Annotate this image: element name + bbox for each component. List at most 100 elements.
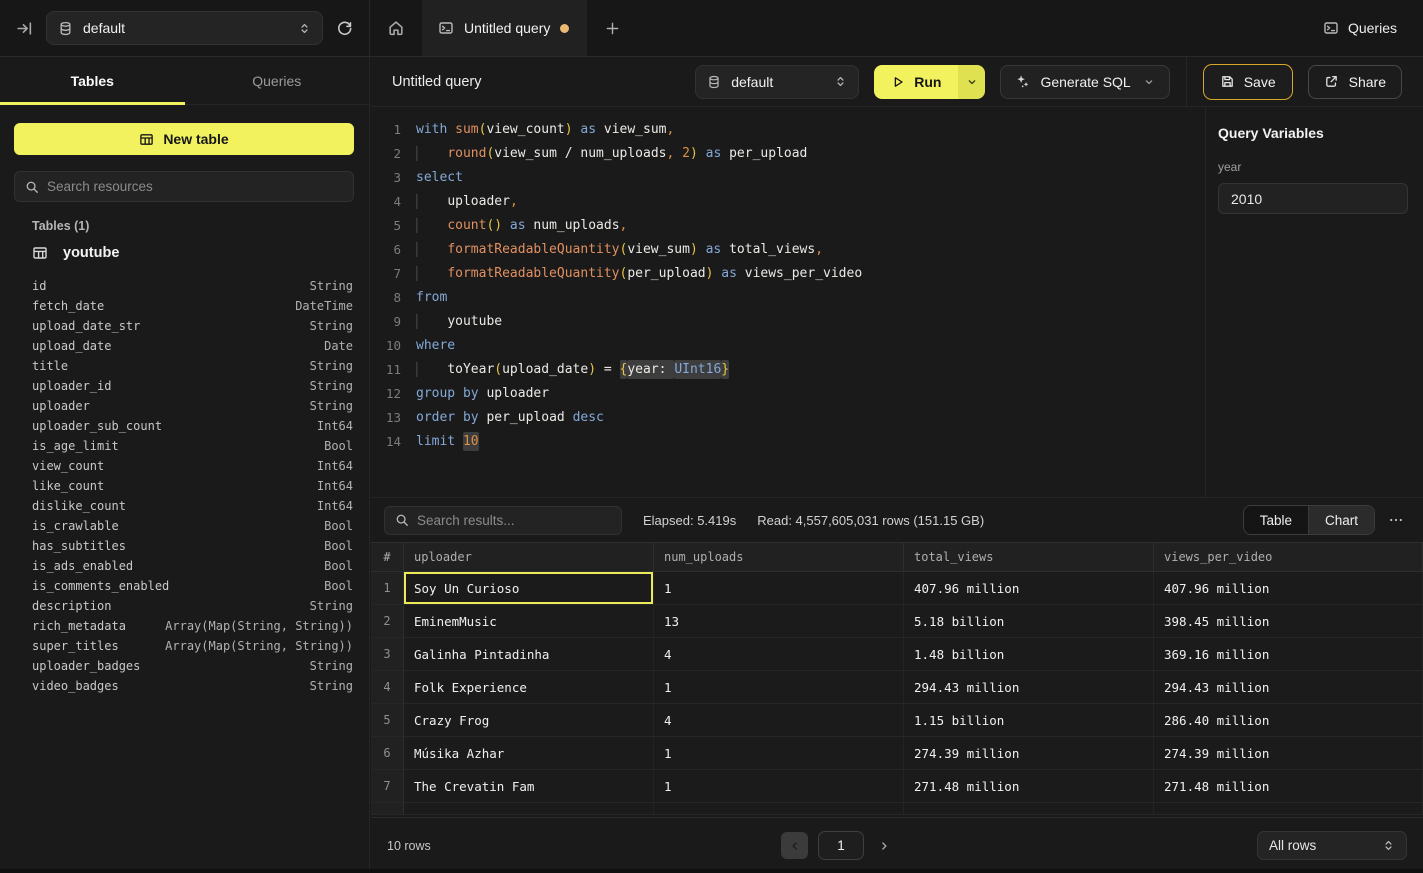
page-number-input[interactable]	[818, 831, 864, 860]
table-cell[interactable]: 1	[654, 737, 904, 769]
table-cell[interactable]: 1.48 billion	[904, 638, 1154, 670]
search-resources-input[interactable]	[47, 179, 343, 194]
next-page-button[interactable]	[874, 840, 894, 852]
code-line[interactable]: 12group by uploader	[371, 381, 1205, 405]
code-line[interactable]: 11 toYear(upload_date) = {year: UInt16}	[371, 357, 1205, 381]
run-button[interactable]: Run	[874, 65, 958, 99]
table-cell[interactable]: 1	[654, 671, 904, 703]
schema-field-row[interactable]: uploader_sub_countInt64	[0, 416, 369, 436]
row-number[interactable]: 1	[371, 572, 404, 604]
table-cell[interactable]: 4	[654, 704, 904, 736]
table-cell[interactable]: Músika Azhar	[404, 737, 654, 769]
query-database-selector[interactable]: default	[695, 65, 859, 99]
schema-field-row[interactable]: like_countInt64	[0, 476, 369, 496]
home-button[interactable]	[370, 0, 422, 56]
table-cell[interactable]: 1	[654, 770, 904, 802]
row-number[interactable]: 5	[371, 704, 404, 736]
database-selector[interactable]: default	[46, 11, 323, 45]
table-cell[interactable]: 274.39 million	[1154, 737, 1423, 769]
schema-field-row[interactable]: super_titlesArray(Map(String, String))	[0, 636, 369, 656]
row-number[interactable]: 2	[371, 605, 404, 637]
search-results-input[interactable]	[417, 513, 611, 528]
table-cell[interactable]: 1.15 billion	[904, 704, 1154, 736]
table-cell[interactable]: Galinha Pintadinha	[404, 638, 654, 670]
schema-field-row[interactable]: fetch_dateDateTime	[0, 296, 369, 316]
sidebar-tab-queries[interactable]: Queries	[185, 57, 370, 104]
table-cell[interactable]: 294.43 million	[1154, 671, 1423, 703]
toggle-table[interactable]: Table	[1244, 506, 1308, 534]
table-cell[interactable]: Crazy Frog	[404, 704, 654, 736]
schema-field-row[interactable]: is_age_limitBool	[0, 436, 369, 456]
table-cell[interactable]: 5.18 billion	[904, 605, 1154, 637]
code-line[interactable]: 6 formatReadableQuantity(view_sum) as to…	[371, 237, 1205, 261]
tab-untitled-query[interactable]: Untitled query	[422, 0, 587, 56]
table-cell[interactable]: 294.43 million	[904, 671, 1154, 703]
code-line[interactable]: 5 count() as num_uploads,	[371, 213, 1205, 237]
table-cell[interactable]: The Crevatin Fam	[404, 770, 654, 802]
row-number[interactable]: 7	[371, 770, 404, 802]
table-cell[interactable]: 1	[654, 572, 904, 604]
table-cell[interactable]: EminemMusic	[404, 605, 654, 637]
column-header-views_per_video[interactable]: views_per_video	[1154, 543, 1423, 571]
schema-field-row[interactable]: uploaderString	[0, 396, 369, 416]
schema-field-row[interactable]: is_ads_enabledBool	[0, 556, 369, 576]
column-header-uploader[interactable]: uploader	[404, 543, 654, 571]
schema-field-row[interactable]: uploader_idString	[0, 376, 369, 396]
sidebar-tab-tables[interactable]: Tables	[0, 57, 185, 104]
code-line[interactable]: 10where	[371, 333, 1205, 357]
schema-field-row[interactable]: video_badgesString	[0, 676, 369, 696]
schema-field-row[interactable]: rich_metadataArray(Map(String, String))	[0, 616, 369, 636]
schema-field-row[interactable]: uploader_badgesString	[0, 656, 369, 676]
code-line[interactable]: 14limit 10	[371, 429, 1205, 453]
code-line[interactable]: 3select	[371, 165, 1205, 189]
schema-field-row[interactable]: is_crawlableBool	[0, 516, 369, 536]
table-cell[interactable]: 407.96 million	[1154, 572, 1423, 604]
code-line[interactable]: 13order by per_upload desc	[371, 405, 1205, 429]
table-cell[interactable]: 274.39 million	[904, 737, 1154, 769]
new-table-button[interactable]: New table	[14, 123, 354, 155]
table-cell[interactable]: 398.45 million	[1154, 605, 1423, 637]
table-cell[interactable]: 13	[654, 605, 904, 637]
row-number[interactable]: 6	[371, 737, 404, 769]
column-header-num_uploads[interactable]: num_uploads	[654, 543, 904, 571]
code-line[interactable]: 8from	[371, 285, 1205, 309]
sidebar-table-youtube[interactable]: youtube	[32, 245, 119, 261]
refresh-icon[interactable]	[336, 20, 353, 37]
schema-field-row[interactable]: idString	[0, 276, 369, 296]
variable-year-input[interactable]	[1218, 183, 1408, 214]
page-size-selector[interactable]: All rows	[1257, 831, 1407, 860]
table-cell[interactable]: 407.96 million	[904, 572, 1154, 604]
column-header-total_views[interactable]: total_views	[904, 543, 1154, 571]
sql-editor[interactable]: 1with sum(view_count) as view_sum,2 roun…	[371, 108, 1205, 497]
code-line[interactable]: 2 round(view_sum / num_uploads, 2) as pe…	[371, 141, 1205, 165]
schema-field-row[interactable]: is_comments_enabledBool	[0, 576, 369, 596]
row-number[interactable]: 4	[371, 671, 404, 703]
collapse-sidebar-icon[interactable]	[16, 20, 33, 37]
schema-field-row[interactable]: upload_date_strString	[0, 316, 369, 336]
table-cell[interactable]: 271.48 million	[1154, 770, 1423, 802]
code-line[interactable]: 4 uploader,	[371, 189, 1205, 213]
toggle-chart[interactable]: Chart	[1308, 506, 1374, 534]
more-options-icon[interactable]	[1388, 512, 1404, 528]
schema-field-row[interactable]: dislike_countInt64	[0, 496, 369, 516]
run-options-button[interactable]	[958, 65, 985, 99]
table-cell[interactable]: Soy Un Curioso	[404, 572, 654, 604]
generate-sql-button[interactable]: Generate SQL	[1000, 65, 1169, 99]
code-line[interactable]: 1with sum(view_count) as view_sum,	[371, 117, 1205, 141]
schema-field-row[interactable]: upload_dateDate	[0, 336, 369, 356]
share-button[interactable]: Share	[1308, 65, 1402, 99]
table-cell[interactable]: Folk Experience	[404, 671, 654, 703]
schema-field-row[interactable]: descriptionString	[0, 596, 369, 616]
new-tab-button[interactable]	[587, 0, 637, 56]
table-cell[interactable]: 286.40 million	[1154, 704, 1423, 736]
table-cell[interactable]: 271.48 million	[904, 770, 1154, 802]
row-number[interactable]: 3	[371, 638, 404, 670]
schema-field-row[interactable]: has_subtitlesBool	[0, 536, 369, 556]
code-line[interactable]: 9 youtube	[371, 309, 1205, 333]
code-line[interactable]: 7 formatReadableQuantity(per_upload) as …	[371, 261, 1205, 285]
schema-field-row[interactable]: view_countInt64	[0, 456, 369, 476]
table-cell[interactable]: 4	[654, 638, 904, 670]
queries-button[interactable]: Queries	[1323, 0, 1423, 56]
table-cell[interactable]: 369.16 million	[1154, 638, 1423, 670]
save-button[interactable]: Save	[1203, 64, 1293, 100]
